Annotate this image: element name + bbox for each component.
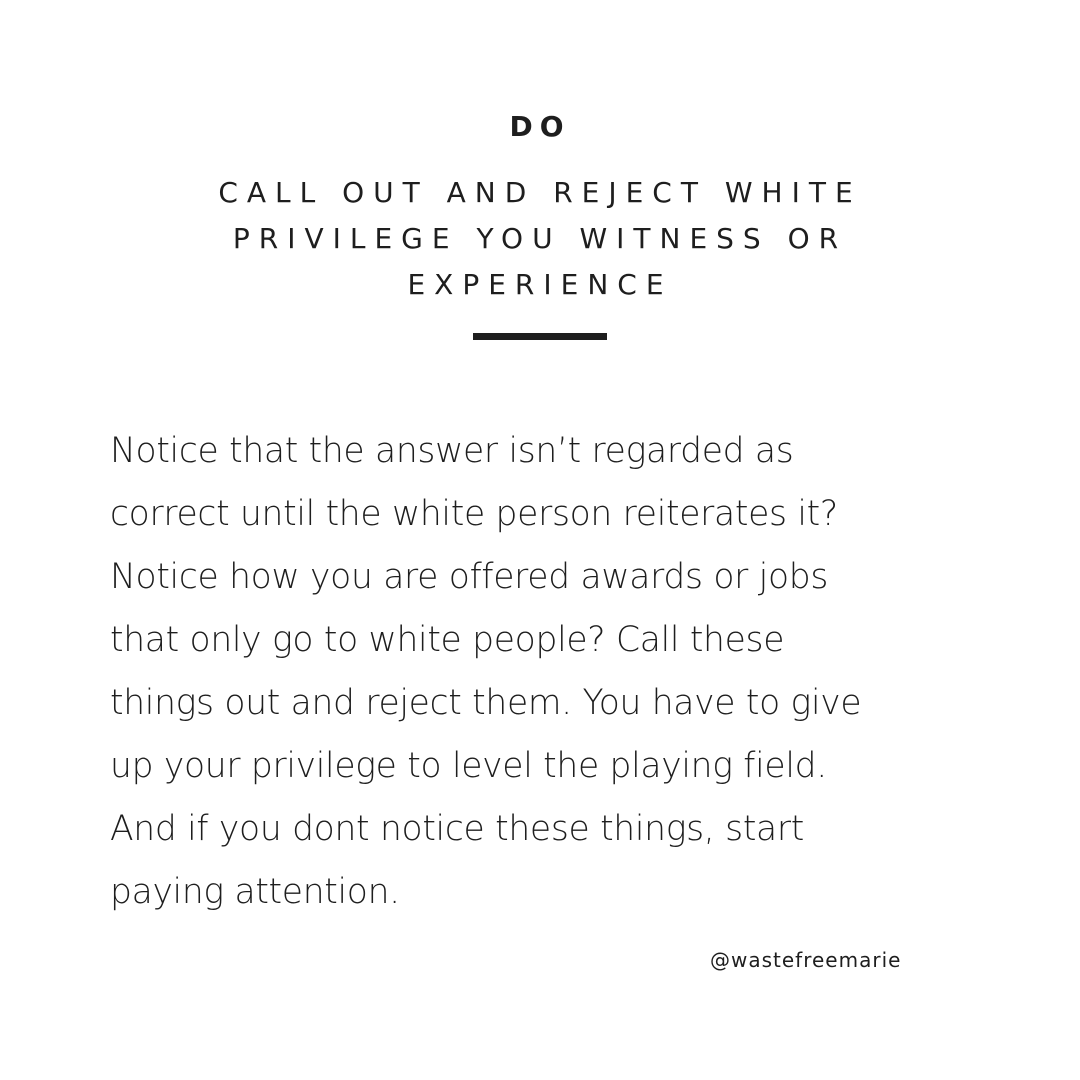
headline-line: CALL OUT AND REJECT WHITE <box>218 176 862 209</box>
headline: CALL OUT AND REJECT WHITE PRIVILEGE YOU … <box>150 170 930 308</box>
body-paragraph: Notice that the answer isn’t regarded as… <box>110 420 990 924</box>
post-card: DO CALL OUT AND REJECT WHITE PRIVILEGE Y… <box>0 0 1080 1080</box>
body-line: paying attention. <box>110 872 400 912</box>
body-line: up your privilege to level the playing f… <box>110 746 827 786</box>
body-line: And if you dont notice these things, sta… <box>110 809 804 849</box>
headline-line: PRIVILEGE YOU WITNESS OR <box>232 222 848 255</box>
author-handle: @wastefreemarie <box>710 948 902 972</box>
divider-bar <box>473 333 607 340</box>
headline-line: EXPERIENCE <box>407 268 673 301</box>
body-line: things out and reject them. You have to … <box>110 683 862 723</box>
body-line: that only go to white people? Call these <box>110 620 785 660</box>
kicker-label: DO <box>509 110 571 143</box>
body-line: correct until the white person reiterate… <box>110 494 838 534</box>
body-line: Notice that the answer isn’t regarded as <box>110 431 794 471</box>
body-line: Notice how you are offered awards or job… <box>110 557 829 597</box>
